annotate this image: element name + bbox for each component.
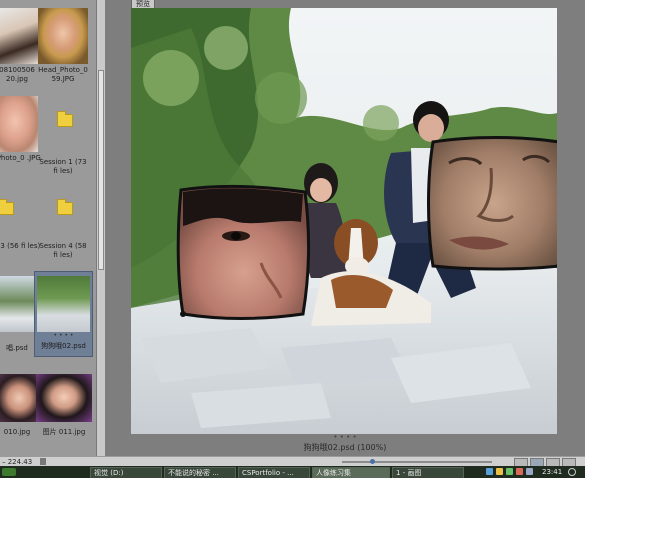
folder-caption: n 3 (56 fi les) [0, 242, 41, 250]
painting-artwork [131, 8, 557, 434]
thumbnail-item-selected[interactable]: • • • • 狗狗哦02.psd [34, 271, 93, 357]
thumbnail-caption: 08100506 20.jpg [0, 66, 35, 83]
preview-pane: 预览 • • • • 狗狗哦02.psd (100%) [105, 0, 585, 456]
thumbnail-item[interactable]: 08100506 20.jpg [0, 4, 38, 83]
thumbnail-item[interactable]: 唱.psd [0, 272, 38, 352]
volume-icon[interactable] [496, 468, 503, 475]
thumbnail-item[interactable]: Head_Photo_0 59.JPG [38, 4, 88, 83]
thumbnail-caption: _Photo_0 .JPG [0, 154, 41, 162]
thumbnail-item[interactable]: 图片 011.jpg [36, 370, 92, 448]
scroll-thumb[interactable] [98, 70, 104, 270]
thumbnail-image [0, 96, 38, 152]
clock: 23:41 [542, 468, 563, 476]
thumbnail-image [36, 374, 92, 422]
thumbnail-caption: 狗狗哦02.psd [41, 342, 86, 350]
folder-caption: Session 1 (73 fi les) [39, 158, 87, 175]
antivirus-icon[interactable] [506, 468, 513, 475]
thumbnail-item[interactable]: 010.jpg [0, 370, 38, 448]
folder-item[interactable]: n 3 (56 fi les) [0, 180, 40, 258]
preview-image [131, 8, 557, 434]
thumbnail-panel[interactable]: 08100506 20.jpg Head_Photo_0 59.JPG _Pho… [0, 0, 96, 456]
bridge-window: 08100506 20.jpg Head_Photo_0 59.JPG _Pho… [0, 0, 585, 478]
slider-knob[interactable] [370, 459, 375, 464]
network-icon[interactable] [486, 468, 493, 475]
thumbnail-image [37, 276, 90, 332]
folder-icon [57, 199, 73, 215]
taskbar-item-active[interactable]: 人像练习集 [312, 467, 390, 478]
thumbnail-scrollbar[interactable] [96, 0, 105, 456]
folder-item[interactable]: Session 4 (58 fi les) [39, 180, 87, 259]
ime-icon[interactable] [526, 468, 533, 475]
taskbar-item[interactable]: 视觉 (D:) [90, 467, 162, 478]
brush-icon[interactable] [40, 458, 46, 465]
thumbnail-image [38, 8, 88, 64]
thumbnail-item[interactable]: _Photo_0 .JPG [0, 92, 41, 170]
taskbar-item[interactable]: 1 - 画图 [392, 467, 464, 478]
start-button[interactable] [2, 468, 16, 476]
taskbar: 视觉 (D:) 不能说的秘密 ... CSPortfolio - ... 人像练… [0, 466, 585, 478]
thumbnail-image [0, 8, 38, 64]
preview-caption: 狗狗哦02.psd (100%) [303, 443, 387, 452]
folder-icon [57, 111, 73, 127]
thumbnail-size-slider[interactable] [342, 459, 492, 464]
thumbnail-caption: 图片 011.jpg [42, 428, 86, 436]
folder-caption: Session 4 (58 fi les) [39, 242, 87, 259]
thumbnail-image [0, 374, 38, 422]
tray-app-icon[interactable] [516, 468, 523, 475]
rating-dots: • • • • [333, 433, 357, 441]
folder-icon [0, 199, 14, 215]
thumbnail-caption: Head_Photo_0 59.JPG [38, 66, 88, 83]
rating-dots: • • • • [53, 332, 74, 339]
taskbar-item[interactable]: 不能说的秘密 ... [164, 467, 236, 478]
taskbar-item[interactable]: CSPortfolio - ... [238, 467, 310, 478]
thumbnail-image [0, 276, 38, 332]
search-icon[interactable] [568, 468, 576, 476]
